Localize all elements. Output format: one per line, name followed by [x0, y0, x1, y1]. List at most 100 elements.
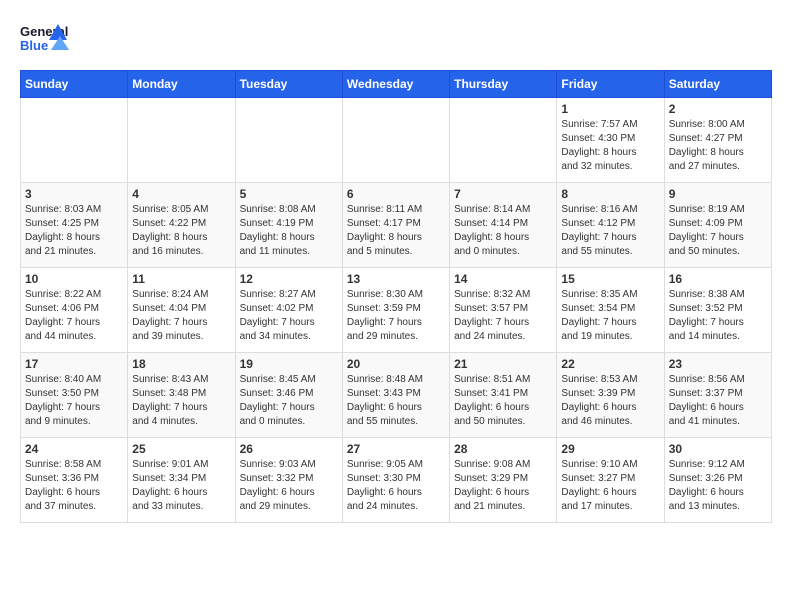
- day-info: Sunrise: 9:08 AM Sunset: 3:29 PM Dayligh…: [454, 458, 552, 514]
- day-number: 18: [132, 357, 230, 371]
- day-number: 25: [132, 442, 230, 456]
- logo-svg: GeneralBlue: [20, 20, 70, 60]
- calendar-cell: 22 Sunrise: 8:53 AM Sunset: 3:39 PM Dayli…: [557, 353, 664, 438]
- day-info: Sunrise: 9:12 AM Sunset: 3:26 PM Dayligh…: [669, 458, 767, 514]
- calendar-cell: [235, 98, 342, 183]
- calendar-week-row: 3 Sunrise: 8:03 AM Sunset: 4:25 PM Daylig…: [21, 183, 772, 268]
- day-info: Sunrise: 9:05 AM Sunset: 3:30 PM Dayligh…: [347, 458, 445, 514]
- calendar-cell: 24 Sunrise: 8:58 AM Sunset: 3:36 PM Dayli…: [21, 438, 128, 523]
- calendar-cell: 18 Sunrise: 8:43 AM Sunset: 3:48 PM Dayli…: [128, 353, 235, 438]
- calendar-cell: 20Sunrise: 8:48 AM Sunset: 3:43 PM Dayli…: [342, 353, 449, 438]
- day-number: 27: [347, 442, 445, 456]
- day-info: Sunrise: 8:53 AM Sunset: 3:39 PM Dayligh…: [561, 373, 659, 429]
- day-number: 1: [561, 102, 659, 116]
- calendar-cell: 8 Sunrise: 8:16 AM Sunset: 4:12 PM Daylig…: [557, 183, 664, 268]
- day-number: 2: [669, 102, 767, 116]
- day-info: Sunrise: 8:03 AM Sunset: 4:25 PM Dayligh…: [25, 203, 123, 259]
- day-number: 8: [561, 187, 659, 201]
- day-info: Sunrise: 8:27 AM Sunset: 4:02 PM Dayligh…: [240, 288, 338, 344]
- day-number: 28: [454, 442, 552, 456]
- day-info: Sunrise: 8:58 AM Sunset: 3:36 PM Dayligh…: [25, 458, 123, 514]
- day-info: Sunrise: 8:16 AM Sunset: 4:12 PM Dayligh…: [561, 203, 659, 259]
- day-info: Sunrise: 8:22 AM Sunset: 4:06 PM Dayligh…: [25, 288, 123, 344]
- day-info: Sunrise: 8:14 AM Sunset: 4:14 PM Dayligh…: [454, 203, 552, 259]
- day-number: 15: [561, 272, 659, 286]
- calendar-cell: 1Sunrise: 7:57 AM Sunset: 4:30 PM Daylig…: [557, 98, 664, 183]
- day-number: 14: [454, 272, 552, 286]
- day-info: Sunrise: 8:11 AM Sunset: 4:17 PM Dayligh…: [347, 203, 445, 259]
- calendar-cell: 21Sunrise: 8:51 AM Sunset: 3:41 PM Dayli…: [450, 353, 557, 438]
- day-info: Sunrise: 8:56 AM Sunset: 3:37 PM Dayligh…: [669, 373, 767, 429]
- calendar-cell: 11 Sunrise: 8:24 AM Sunset: 4:04 PM Dayli…: [128, 268, 235, 353]
- day-info: Sunrise: 8:24 AM Sunset: 4:04 PM Dayligh…: [132, 288, 230, 344]
- calendar-cell: 29 Sunrise: 9:10 AM Sunset: 3:27 PM Dayli…: [557, 438, 664, 523]
- day-number: 10: [25, 272, 123, 286]
- calendar-cell: 19 Sunrise: 8:45 AM Sunset: 3:46 PM Dayli…: [235, 353, 342, 438]
- day-info: Sunrise: 8:00 AM Sunset: 4:27 PM Dayligh…: [669, 118, 767, 174]
- day-number: 4: [132, 187, 230, 201]
- day-info: Sunrise: 8:40 AM Sunset: 3:50 PM Dayligh…: [25, 373, 123, 429]
- day-number: 12: [240, 272, 338, 286]
- day-info: Sunrise: 8:32 AM Sunset: 3:57 PM Dayligh…: [454, 288, 552, 344]
- day-info: Sunrise: 8:45 AM Sunset: 3:46 PM Dayligh…: [240, 373, 338, 429]
- header: GeneralBlue: [20, 20, 772, 60]
- calendar-cell: 28 Sunrise: 9:08 AM Sunset: 3:29 PM Dayli…: [450, 438, 557, 523]
- day-info: Sunrise: 8:05 AM Sunset: 4:22 PM Dayligh…: [132, 203, 230, 259]
- day-number: 11: [132, 272, 230, 286]
- day-number: 24: [25, 442, 123, 456]
- col-header-friday: Friday: [557, 71, 664, 98]
- calendar-week-row: 24 Sunrise: 8:58 AM Sunset: 3:36 PM Dayli…: [21, 438, 772, 523]
- calendar-cell: 23Sunrise: 8:56 AM Sunset: 3:37 PM Dayli…: [664, 353, 771, 438]
- calendar-cell: 27 Sunrise: 9:05 AM Sunset: 3:30 PM Dayli…: [342, 438, 449, 523]
- calendar-cell: 6 Sunrise: 8:11 AM Sunset: 4:17 PM Daylig…: [342, 183, 449, 268]
- logo: GeneralBlue: [20, 20, 70, 60]
- calendar-cell: 10 Sunrise: 8:22 AM Sunset: 4:06 PM Dayli…: [21, 268, 128, 353]
- calendar-cell: [342, 98, 449, 183]
- calendar-week-row: 17Sunrise: 8:40 AM Sunset: 3:50 PM Dayli…: [21, 353, 772, 438]
- day-info: Sunrise: 8:19 AM Sunset: 4:09 PM Dayligh…: [669, 203, 767, 259]
- calendar-cell: 17Sunrise: 8:40 AM Sunset: 3:50 PM Dayli…: [21, 353, 128, 438]
- calendar-cell: 13 Sunrise: 8:30 AM Sunset: 3:59 PM Dayli…: [342, 268, 449, 353]
- col-header-tuesday: Tuesday: [235, 71, 342, 98]
- day-number: 19: [240, 357, 338, 371]
- day-number: 22: [561, 357, 659, 371]
- day-number: 21: [454, 357, 552, 371]
- calendar-cell: 30 Sunrise: 9:12 AM Sunset: 3:26 PM Dayli…: [664, 438, 771, 523]
- day-info: Sunrise: 8:38 AM Sunset: 3:52 PM Dayligh…: [669, 288, 767, 344]
- day-info: Sunrise: 9:03 AM Sunset: 3:32 PM Dayligh…: [240, 458, 338, 514]
- calendar-cell: [128, 98, 235, 183]
- day-info: Sunrise: 8:08 AM Sunset: 4:19 PM Dayligh…: [240, 203, 338, 259]
- day-info: Sunrise: 8:35 AM Sunset: 3:54 PM Dayligh…: [561, 288, 659, 344]
- day-info: Sunrise: 8:43 AM Sunset: 3:48 PM Dayligh…: [132, 373, 230, 429]
- calendar-table: SundayMondayTuesdayWednesdayThursdayFrid…: [20, 70, 772, 523]
- calendar-cell: 15 Sunrise: 8:35 AM Sunset: 3:54 PM Dayli…: [557, 268, 664, 353]
- calendar-week-row: 10 Sunrise: 8:22 AM Sunset: 4:06 PM Dayli…: [21, 268, 772, 353]
- day-number: 30: [669, 442, 767, 456]
- calendar-cell: 5Sunrise: 8:08 AM Sunset: 4:19 PM Daylig…: [235, 183, 342, 268]
- calendar-cell: 25 Sunrise: 9:01 AM Sunset: 3:34 PM Dayli…: [128, 438, 235, 523]
- calendar-cell: 7 Sunrise: 8:14 AM Sunset: 4:14 PM Daylig…: [450, 183, 557, 268]
- day-number: 6: [347, 187, 445, 201]
- day-info: Sunrise: 8:30 AM Sunset: 3:59 PM Dayligh…: [347, 288, 445, 344]
- day-number: 13: [347, 272, 445, 286]
- day-number: 26: [240, 442, 338, 456]
- day-number: 20: [347, 357, 445, 371]
- day-number: 7: [454, 187, 552, 201]
- day-info: Sunrise: 9:10 AM Sunset: 3:27 PM Dayligh…: [561, 458, 659, 514]
- day-number: 9: [669, 187, 767, 201]
- svg-text:Blue: Blue: [20, 38, 48, 53]
- day-number: 29: [561, 442, 659, 456]
- calendar-cell: [21, 98, 128, 183]
- day-number: 16: [669, 272, 767, 286]
- calendar-cell: 14 Sunrise: 8:32 AM Sunset: 3:57 PM Dayli…: [450, 268, 557, 353]
- calendar-cell: [450, 98, 557, 183]
- col-header-wednesday: Wednesday: [342, 71, 449, 98]
- calendar-cell: 9 Sunrise: 8:19 AM Sunset: 4:09 PM Daylig…: [664, 183, 771, 268]
- calendar-cell: 4 Sunrise: 8:05 AM Sunset: 4:22 PM Daylig…: [128, 183, 235, 268]
- calendar-cell: 2 Sunrise: 8:00 AM Sunset: 4:27 PM Daylig…: [664, 98, 771, 183]
- calendar-cell: 26 Sunrise: 9:03 AM Sunset: 3:32 PM Dayli…: [235, 438, 342, 523]
- day-number: 3: [25, 187, 123, 201]
- calendar-cell: 3 Sunrise: 8:03 AM Sunset: 4:25 PM Daylig…: [21, 183, 128, 268]
- col-header-saturday: Saturday: [664, 71, 771, 98]
- day-info: Sunrise: 9:01 AM Sunset: 3:34 PM Dayligh…: [132, 458, 230, 514]
